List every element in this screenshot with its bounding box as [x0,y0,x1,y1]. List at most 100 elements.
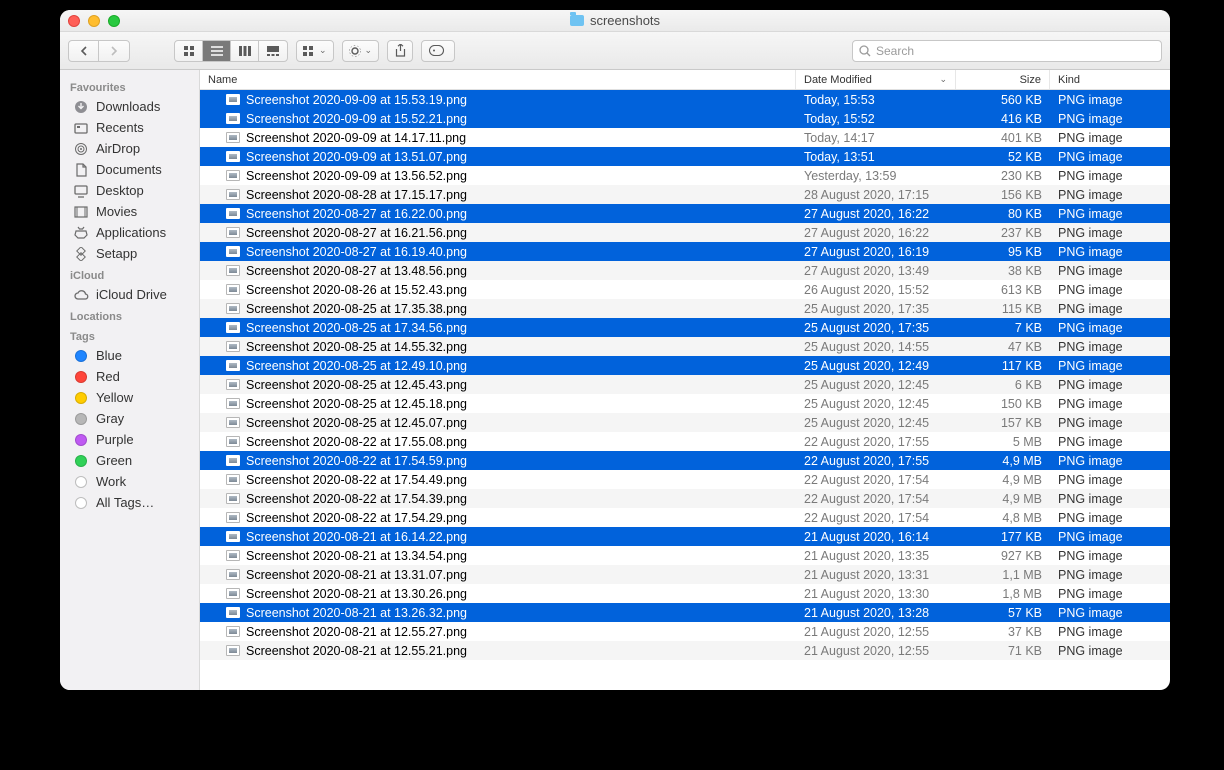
arrange-button[interactable]: ⌄ [296,40,334,62]
file-size: 4,8 MB [956,511,1050,525]
file-row[interactable]: Screenshot 2020-08-25 at 17.34.56.png25 … [200,318,1170,337]
sidebar-item-recents[interactable]: Recents [60,117,199,138]
file-rows[interactable]: Screenshot 2020-09-09 at 15.53.19.pngTod… [200,90,1170,690]
forward-button[interactable] [99,41,129,61]
file-thumbnail-icon [226,645,240,656]
search-input[interactable]: Search [852,40,1162,62]
file-thumbnail-icon [226,626,240,637]
column-size[interactable]: Size [956,70,1050,89]
column-date[interactable]: Date Modified⌄ [796,70,956,89]
sidebar-item-applications[interactable]: Applications [60,222,199,243]
file-name-cell: Screenshot 2020-08-27 at 16.21.56.png [200,226,796,240]
share-button[interactable] [387,40,413,62]
file-kind: PNG image [1050,644,1170,658]
file-row[interactable]: Screenshot 2020-08-21 at 13.31.07.png21 … [200,565,1170,584]
action-button[interactable]: ⌄ [342,40,380,62]
sidebar-item-airdrop[interactable]: AirDrop [60,138,199,159]
file-kind: PNG image [1050,473,1170,487]
sidebar-item-work[interactable]: Work [60,471,199,492]
icon-view-button[interactable] [175,41,203,61]
file-row[interactable]: Screenshot 2020-08-21 at 13.30.26.png21 … [200,584,1170,603]
sidebar-item-blue[interactable]: Blue [60,345,199,366]
column-kind[interactable]: Kind [1050,70,1170,89]
list-view-button[interactable] [203,41,231,61]
file-row[interactable]: Screenshot 2020-08-25 at 17.35.38.png25 … [200,299,1170,318]
sidebar-item-label: Red [96,369,120,384]
body: FavouritesDownloadsRecentsAirDropDocumen… [60,70,1170,690]
sidebar-item-red[interactable]: Red [60,366,199,387]
file-kind: PNG image [1050,93,1170,107]
search-placeholder: Search [876,44,914,58]
file-name: Screenshot 2020-08-21 at 13.34.54.png [246,549,467,563]
sidebar-item-yellow[interactable]: Yellow [60,387,199,408]
sidebar-item-purple[interactable]: Purple [60,429,199,450]
file-name: Screenshot 2020-08-25 at 12.45.43.png [246,378,467,392]
sidebar-item-desktop[interactable]: Desktop [60,180,199,201]
file-row[interactable]: Screenshot 2020-08-27 at 16.19.40.png27 … [200,242,1170,261]
file-row[interactable]: Screenshot 2020-08-22 at 17.54.29.png22 … [200,508,1170,527]
file-row[interactable]: Screenshot 2020-08-22 at 17.54.39.png22 … [200,489,1170,508]
file-row[interactable]: Screenshot 2020-09-09 at 15.53.19.pngTod… [200,90,1170,109]
tag-dot [72,454,89,468]
file-row[interactable]: Screenshot 2020-09-09 at 13.56.52.pngYes… [200,166,1170,185]
file-thumbnail-icon [226,94,240,105]
file-row[interactable]: Screenshot 2020-08-22 at 17.55.08.png22 … [200,432,1170,451]
file-row[interactable]: Screenshot 2020-08-22 at 17.54.49.png22 … [200,470,1170,489]
file-row[interactable]: Screenshot 2020-08-25 at 12.45.07.png25 … [200,413,1170,432]
minimize-button[interactable] [88,15,100,27]
file-row[interactable]: Screenshot 2020-08-25 at 12.45.43.png25 … [200,375,1170,394]
column-view-button[interactable] [231,41,259,61]
file-name-cell: Screenshot 2020-08-22 at 17.55.08.png [200,435,796,449]
file-size: 115 KB [956,302,1050,316]
sidebar-item-gray[interactable]: Gray [60,408,199,429]
tags-button[interactable] [421,40,455,62]
file-row[interactable]: Screenshot 2020-08-21 at 13.34.54.png21 … [200,546,1170,565]
back-button[interactable] [69,41,99,61]
sidebar-item-downloads[interactable]: Downloads [60,96,199,117]
file-row[interactable]: Screenshot 2020-09-09 at 13.51.07.png Tod… [200,147,1170,166]
share-icon [395,44,406,57]
file-row[interactable]: Screenshot 2020-08-27 at 13.48.56.png27 … [200,261,1170,280]
file-size: 927 KB [956,549,1050,563]
file-row[interactable]: Screenshot 2020-08-28 at 17.15.17.png28 … [200,185,1170,204]
file-size: 1,1 MB [956,568,1050,582]
zoom-button[interactable] [108,15,120,27]
file-row[interactable]: Screenshot 2020-08-27 at 16.22.00.png27 … [200,204,1170,223]
desktop-icon [72,184,89,198]
sidebar-item-label: Yellow [96,390,133,405]
sidebar-item-green[interactable]: Green [60,450,199,471]
sidebar-item-setapp[interactable]: Setapp [60,243,199,264]
file-row[interactable]: Screenshot 2020-08-22 at 17.54.59.png22 … [200,451,1170,470]
file-row[interactable]: Screenshot 2020-09-09 at 15.52.21.png Tod… [200,109,1170,128]
file-date: Today, 13:51 [796,150,956,164]
file-row[interactable]: Screenshot 2020-08-21 at 12.55.21.png21 … [200,641,1170,660]
nav-buttons [68,40,130,62]
sidebar-item-documents[interactable]: Documents [60,159,199,180]
file-row[interactable]: Screenshot 2020-08-27 at 16.21.56.png27 … [200,223,1170,242]
file-row[interactable]: Screenshot 2020-08-25 at 12.49.10.png25 … [200,356,1170,375]
file-row[interactable]: Screenshot 2020-08-21 at 16.14.22.png21 … [200,527,1170,546]
gear-icon [349,45,361,57]
sidebar-item-icloud-drive[interactable]: iCloud Drive [60,284,199,305]
file-row[interactable]: Screenshot 2020-08-21 at 13.26.32.png21 … [200,603,1170,622]
file-date: Today, 15:52 [796,112,956,126]
file-name: Screenshot 2020-09-09 at 13.51.07.png [246,150,467,164]
sidebar-item-all-tags-[interactable]: All Tags… [60,492,199,513]
file-kind: PNG image [1050,625,1170,639]
file-size: 52 KB [956,150,1050,164]
file-row[interactable]: Screenshot 2020-09-09 at 14.17.11.pngTod… [200,128,1170,147]
file-row[interactable]: Screenshot 2020-08-26 at 15.52.43.png26 … [200,280,1170,299]
file-thumbnail-icon [226,189,240,200]
file-date: 21 August 2020, 12:55 [796,644,956,658]
file-name: Screenshot 2020-09-09 at 15.52.21.png [246,112,467,126]
file-row[interactable]: Screenshot 2020-08-25 at 12.45.18.png25 … [200,394,1170,413]
close-button[interactable] [68,15,80,27]
file-date: 22 August 2020, 17:54 [796,511,956,525]
file-row[interactable]: Screenshot 2020-08-21 at 12.55.27.png21 … [200,622,1170,641]
file-size: 4,9 MB [956,454,1050,468]
column-name[interactable]: Name [200,70,796,89]
file-date: 27 August 2020, 16:19 [796,245,956,259]
sidebar-item-movies[interactable]: Movies [60,201,199,222]
gallery-view-button[interactable] [259,41,287,61]
file-row[interactable]: Screenshot 2020-08-25 at 14.55.32.png25 … [200,337,1170,356]
